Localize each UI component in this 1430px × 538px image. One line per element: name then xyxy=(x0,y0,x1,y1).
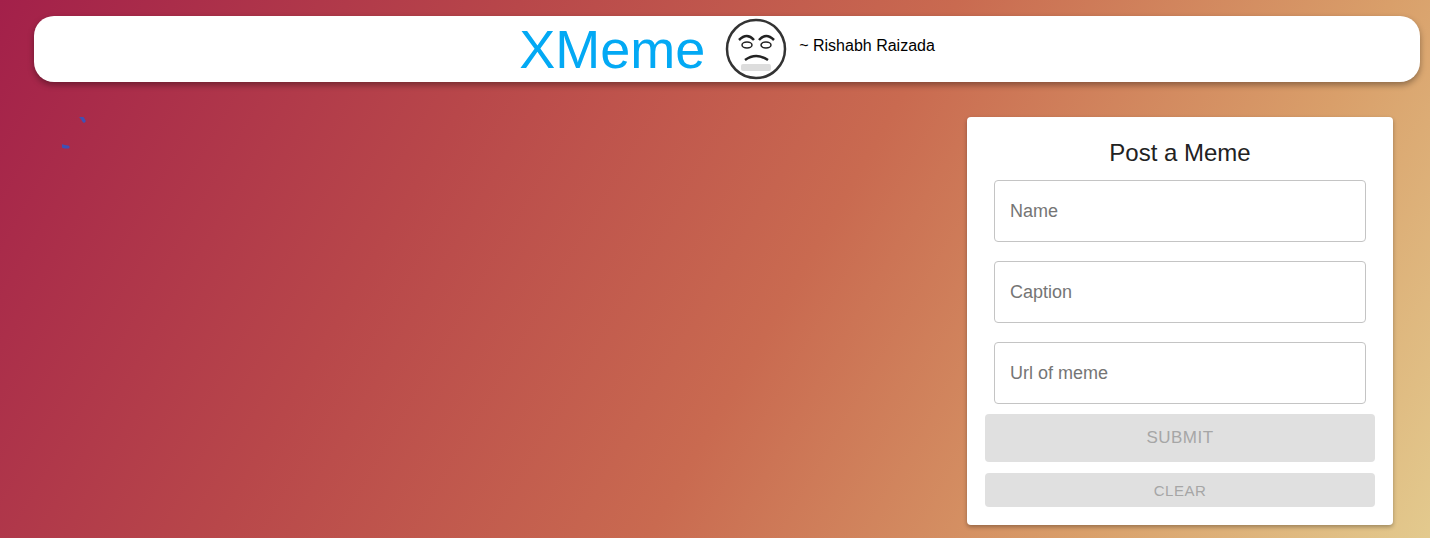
text-field[interactable] xyxy=(994,180,1366,242)
meme-list xyxy=(0,117,106,525)
header: XMeme ~ Rishabh Raizada xyxy=(34,16,1420,82)
author: ~ Rishabh Raizada xyxy=(799,37,935,55)
loading-spinner-icon xyxy=(62,117,106,161)
text-field[interactable] xyxy=(994,342,1366,404)
page: XMeme ~ Rishabh Raizada Post a Meme SUBM… xyxy=(0,0,1430,538)
form-title: Post a Meme xyxy=(985,139,1375,167)
main: Post a Meme SUBMIT CLEAR xyxy=(0,117,1430,525)
text-field[interactable] xyxy=(994,261,1366,323)
post-meme-form: Post a Meme SUBMIT CLEAR xyxy=(967,117,1393,525)
meme-face-logo-icon xyxy=(725,18,787,80)
secondary-button[interactable]: CLEAR xyxy=(985,473,1375,507)
primary-button[interactable]: SUBMIT xyxy=(985,414,1375,462)
app-title: XMeme xyxy=(519,17,705,81)
